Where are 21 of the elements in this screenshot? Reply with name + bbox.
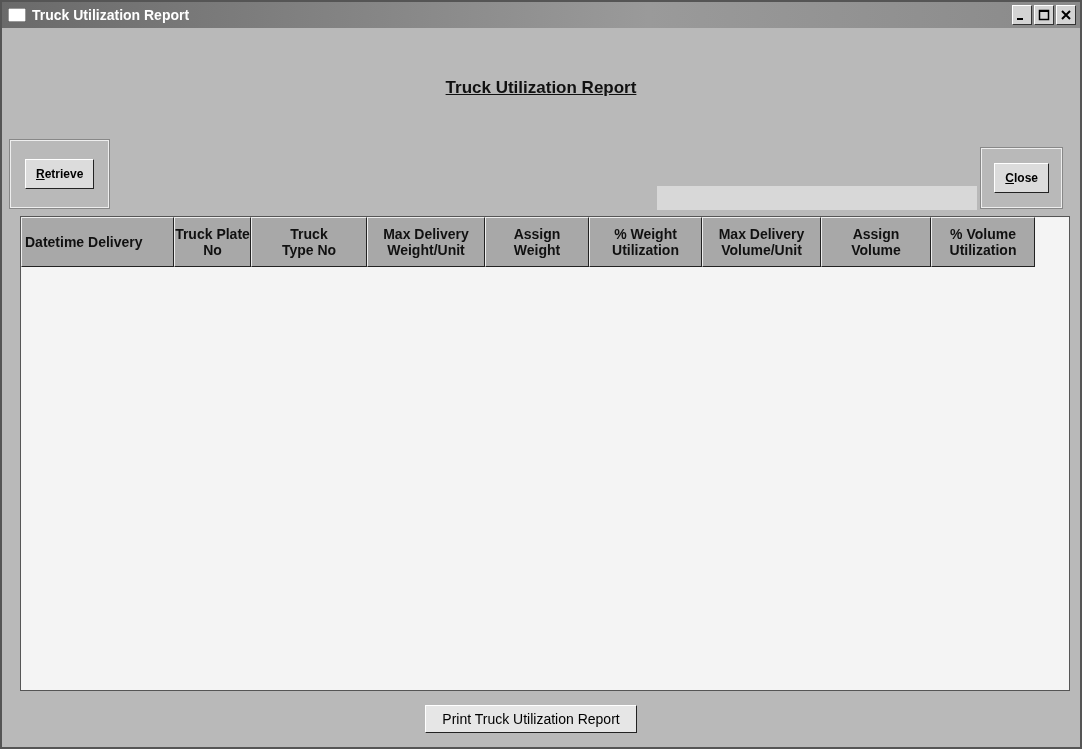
retrieve-button[interactable]: Retrieve: [25, 159, 95, 189]
maximize-icon: [1038, 9, 1050, 21]
close-button[interactable]: Close: [994, 163, 1049, 193]
minimize-icon: [1017, 18, 1023, 20]
column-header[interactable]: % Weight Utilization: [589, 217, 702, 267]
print-report-button[interactable]: Print Truck Utilization Report: [425, 705, 637, 733]
maximize-button[interactable]: [1034, 5, 1054, 25]
column-header[interactable]: Max Delivery Weight/Unit: [367, 217, 485, 267]
column-header[interactable]: % Volume Utilization: [931, 217, 1035, 267]
report-heading: Truck Utilization Report: [445, 78, 637, 98]
column-header[interactable]: Truck Type No: [251, 217, 367, 267]
window-icon: [8, 8, 26, 22]
column-header[interactable]: Truck Plate No: [174, 217, 251, 267]
close-icon: [1060, 9, 1072, 21]
window-title: Truck Utilization Report: [32, 7, 190, 23]
column-header[interactable]: Max Delivery Volume/Unit: [702, 217, 821, 267]
column-header[interactable]: Datetime Delivery: [21, 217, 174, 267]
column-header[interactable]: Assign Weight: [485, 217, 589, 267]
column-header[interactable]: Assign Volume: [821, 217, 931, 267]
close-window-button[interactable]: [1056, 5, 1076, 25]
minimize-button[interactable]: [1012, 5, 1032, 25]
